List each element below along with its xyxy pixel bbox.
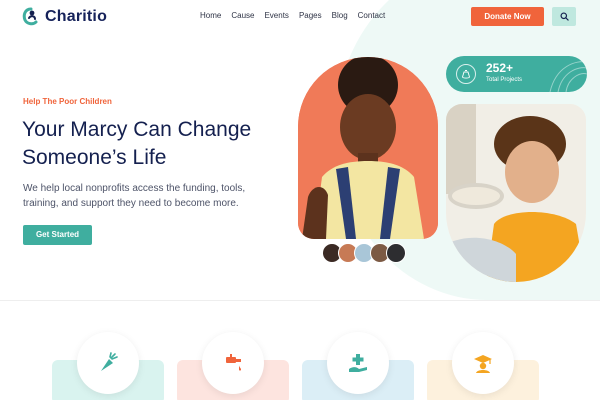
medical-care-icon (349, 354, 367, 372)
graduation-icon (474, 355, 492, 373)
feature-circle-water (202, 332, 264, 394)
logo[interactable]: Charitio (21, 6, 107, 28)
brand-name: Charitio (45, 8, 108, 25)
stats-label: Total Projects (486, 77, 523, 83)
hero-headline: Your Marcy Can Change Someone’s Life (22, 118, 252, 169)
stats-number: 252+ (486, 61, 514, 75)
nav-item-blog[interactable]: Blog (332, 11, 348, 20)
avatar-group (322, 243, 406, 265)
carrot-icon (101, 352, 118, 371)
hero-image-girl (298, 57, 438, 239)
money-bag-icon (456, 64, 476, 84)
page: Charitio Home Cause Events Pages Blog Co… (0, 0, 600, 400)
search-button[interactable] (552, 7, 576, 26)
search-icon (559, 12, 569, 21)
hero-description: We help local nonprofits access the fund… (23, 183, 246, 209)
nav-item-events[interactable]: Events (264, 11, 288, 20)
avatar (386, 243, 406, 263)
logo-icon (22, 7, 38, 26)
girl-photo (298, 57, 438, 239)
section-divider (0, 300, 600, 301)
hero-image-boy (446, 104, 586, 282)
stats-badge: 252+ Total Projects (446, 56, 587, 92)
feature-circle-food (77, 332, 139, 394)
stats-decoration (549, 61, 587, 92)
header: Charitio Home Cause Events Pages Blog Co… (0, 0, 600, 34)
feature-circle-medical (327, 332, 389, 394)
donate-button[interactable]: Donate Now (471, 7, 544, 26)
nav-item-cause[interactable]: Cause (231, 11, 254, 20)
nav-item-home[interactable]: Home (200, 11, 221, 20)
boy-photo (446, 104, 586, 282)
feature-circle-education (452, 332, 514, 394)
get-started-button[interactable]: Get Started (23, 225, 92, 245)
water-tap-icon (226, 354, 241, 371)
nav-item-contact[interactable]: Contact (358, 11, 386, 20)
hero-tagline: Help The Poor Children (23, 97, 112, 106)
nav-item-pages[interactable]: Pages (299, 11, 322, 20)
main-nav: Home Cause Events Pages Blog Contact (200, 11, 395, 20)
